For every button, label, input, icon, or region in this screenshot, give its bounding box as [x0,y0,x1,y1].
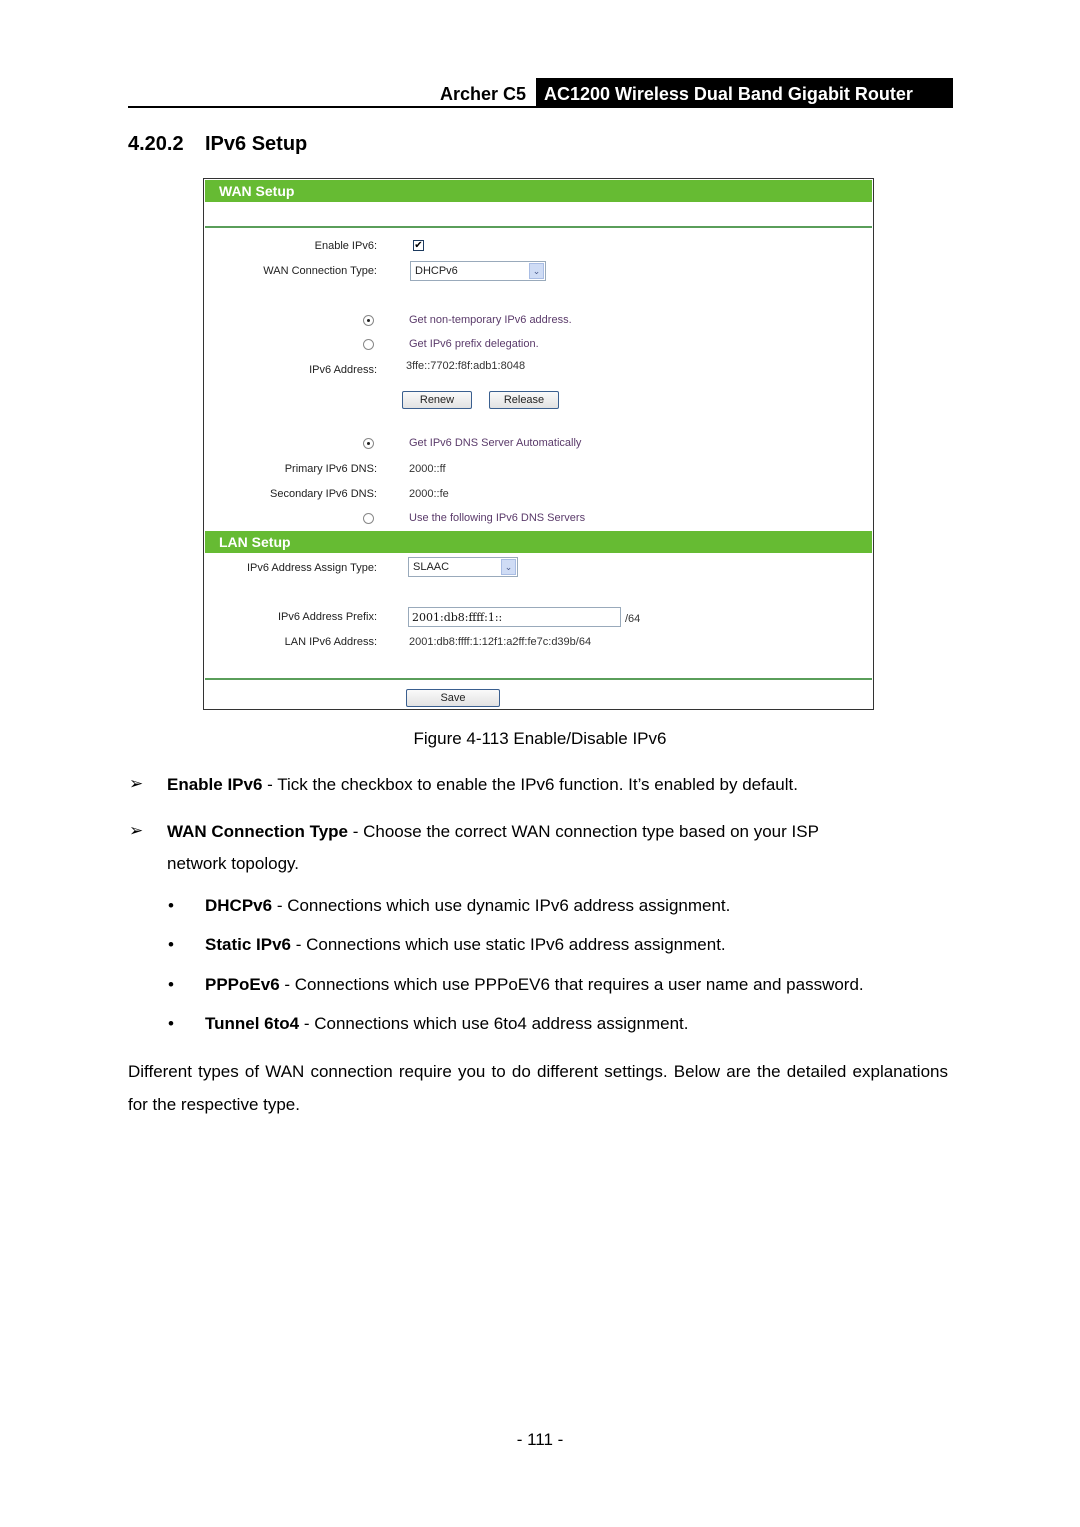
bullet-dot-icon: • [168,896,174,915]
dns-manual-label: Use the following IPv6 DNS Servers [409,512,586,524]
renew-button[interactable]: Renew [402,391,472,409]
bullet-dot-icon: • [168,935,174,954]
release-button[interactable]: Release [489,391,559,409]
sub-bullet-term: PPPoEv6 [205,975,280,994]
product-name: AC1200 Wireless Dual Band Gigabit Router [536,78,953,108]
arrow-bullet-icon: ➢ [129,821,144,840]
lan-address-label: LAN IPv6 Address: [284,636,377,648]
lan-address-value: 2001:db8:ffff:1:12f1:a2ff:fe7c:d39b/64 [409,636,592,648]
section-number: 4.20.2 [128,133,184,155]
prefix-label: IPv6 Address Prefix: [277,611,377,623]
sub-bullet-tunnel-6to4: Tunnel 6to4 - Connections which use 6to4… [205,1008,688,1040]
assign-type-value: SLAAC [413,561,450,573]
bullet-enable-ipv6: Enable IPv6 - Tick the checkbox to enabl… [167,769,798,801]
ipv6-setup-screenshot: WAN Setup Enable IPv6: ✔ WAN Connection … [203,178,874,710]
sub-bullet-text: - Connections which use 6to4 address ass… [299,1014,689,1033]
enable-ipv6-label: Enable IPv6: [314,240,377,252]
wan-connection-type-value: DHCPv6 [415,265,458,277]
divider [205,678,872,680]
page-header: Archer C5 AC1200 Wireless Dual Band Giga… [128,78,953,108]
chevron-down-icon: ⌄ [529,263,544,279]
non-temporary-address-label: Get non-temporary IPv6 address. [409,314,572,326]
lan-setup-header: LAN Setup [205,531,872,553]
ipv6-address-value: 3ffe::7702:f8f:adb1:8048 [406,360,526,372]
prefix-length: /64 [625,613,641,625]
primary-dns-label: Primary IPv6 DNS: [284,463,377,475]
page-number: - 111 - [516,1430,564,1449]
section-title-text: IPv6 Setup [205,133,308,155]
enable-ipv6-checkbox[interactable]: ✔ [413,240,424,251]
divider [205,226,872,228]
primary-dns-value: 2000::ff [409,463,446,475]
sub-bullet-term: DHCPv6 [205,896,273,915]
prefix-input[interactable]: 2001:db8:ffff:1:: [408,607,621,627]
checkmark-icon: ✔ [414,240,423,251]
dns-auto-radio[interactable] [363,438,374,449]
dns-auto-label: Get IPv6 DNS Server Automatically [409,437,582,449]
sub-bullet-dhcpv6: DHCPv6 - Connections which use dynamic I… [205,890,730,922]
sub-bullet-term: Static IPv6 [205,935,291,954]
bullet-dot-icon: • [168,975,174,994]
bullet-text: - Choose the correct WAN connection type… [348,822,819,841]
closing-paragraph: Different types of WAN connection requir… [128,1062,948,1114]
chevron-down-icon: ⌄ [501,559,516,575]
sub-bullet-static-ipv6: Static IPv6 - Connections which use stat… [205,929,726,961]
bullet-continuation: network topology. [167,854,299,873]
assign-type-label: IPv6 Address Assign Type: [246,562,377,574]
ipv6-address-label: IPv6 Address: [309,364,377,376]
sub-bullet-text: - Connections which use dynamic IPv6 add… [272,896,731,915]
wan-setup-header: WAN Setup [205,180,872,202]
bullet-wan-connection-type: WAN Connection Type - Choose the correct… [167,816,819,848]
arrow-bullet-icon: ➢ [129,774,144,793]
header-rule [128,106,953,108]
figure-caption: Figure 4-113 Enable/Disable IPv6 [413,729,667,748]
save-button[interactable]: Save [406,689,500,707]
bullet-dot-icon: • [168,1014,174,1033]
sub-bullet-term: Tunnel 6to4 [205,1014,300,1033]
non-temporary-address-radio[interactable] [363,315,374,326]
sub-bullet-text: - Connections which use static IPv6 addr… [291,935,726,954]
sub-bullet-pppoev6: PPPoEv6 - Connections which use PPPoEV6 … [205,969,864,1001]
wan-connection-type-select[interactable]: DHCPv6 ⌄ [410,261,546,281]
model-name: Archer C5 [439,84,526,104]
bullet-term: Enable IPv6 [167,775,263,794]
secondary-dns-value: 2000::fe [409,488,449,500]
bullet-term: WAN Connection Type [167,822,349,841]
bullet-text: - Tick the checkbox to enable the IPv6 f… [262,775,798,794]
wan-connection-type-label: WAN Connection Type: [263,265,377,277]
prefix-delegation-label: Get IPv6 prefix delegation. [409,338,539,350]
assign-type-select[interactable]: SLAAC ⌄ [408,557,518,577]
section-title: 4.20.2 IPv6 Setup [128,133,307,156]
secondary-dns-label: Secondary IPv6 DNS: [270,488,377,500]
dns-manual-radio[interactable] [363,513,374,524]
sub-bullet-text: - Connections which use PPPoEV6 that req… [279,975,864,994]
prefix-delegation-radio[interactable] [363,339,374,350]
